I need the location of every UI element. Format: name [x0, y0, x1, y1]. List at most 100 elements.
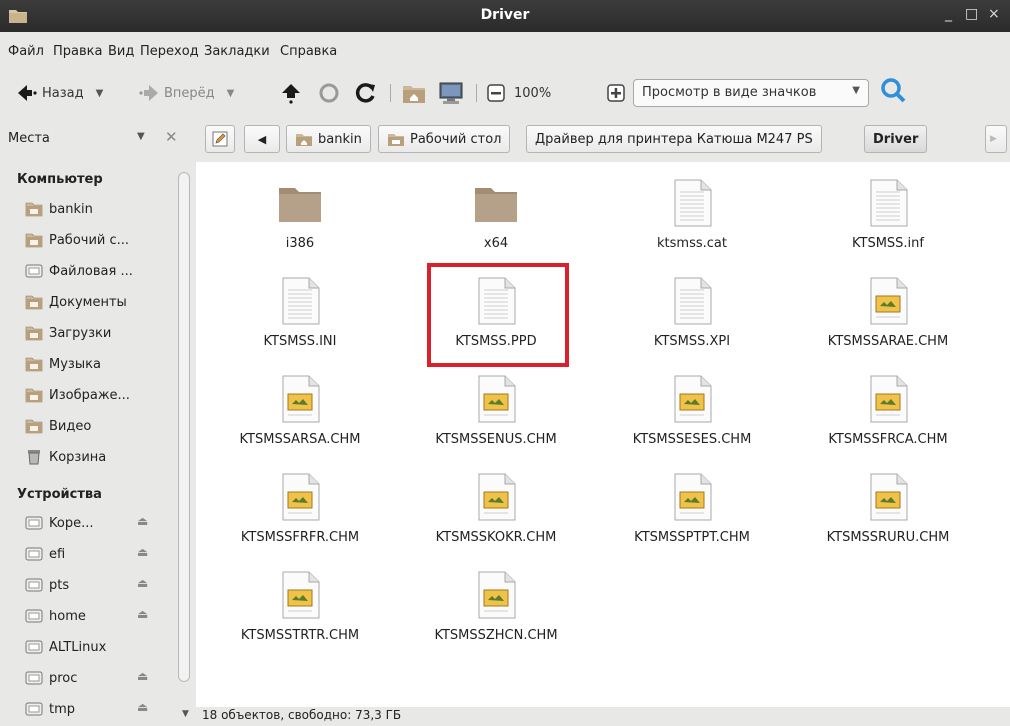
zoom-out-button[interactable]	[487, 80, 505, 106]
sidebar-device-item[interactable]: efi ⏏	[25, 542, 148, 566]
file-item[interactable]: ktsmss.cat	[602, 168, 782, 264]
pictures-folder-icon	[25, 388, 43, 403]
menu-view[interactable]: Вид	[108, 44, 134, 59]
menu-file[interactable]: Файл	[8, 44, 44, 59]
places-dropdown-icon[interactable]: ▼	[137, 131, 145, 142]
computer-button[interactable]	[438, 80, 464, 106]
file-item[interactable]: KTSMSSKOKR.CHM	[406, 462, 586, 558]
menu-go[interactable]: Переход	[140, 44, 199, 59]
file-item[interactable]: KTSMSSTRTR.CHM	[210, 560, 390, 656]
forward-button[interactable]: Вперёд ▼	[138, 80, 234, 106]
stop-button[interactable]	[318, 80, 340, 106]
file-item[interactable]: KTSMSS.INI	[210, 266, 390, 362]
sidebar-item-label: proc	[49, 670, 78, 686]
file-item[interactable]: i386	[210, 168, 390, 264]
close-sidebar-icon[interactable]: ✕	[165, 128, 178, 146]
zoom-in-button[interactable]	[607, 80, 625, 106]
trash-icon	[28, 450, 40, 465]
file-item[interactable]: KTSMSSESES.CHM	[602, 364, 782, 460]
close-button[interactable]: ×	[988, 6, 1000, 22]
eject-icon[interactable]: ⏏	[137, 545, 148, 559]
up-arrow-icon	[282, 84, 300, 104]
eject-icon[interactable]: ⏏	[137, 514, 148, 528]
file-item[interactable]: KTSMSS.XPI	[602, 266, 782, 362]
file-item[interactable]: KTSMSSZHCN.CHM	[406, 560, 586, 656]
text-file-icon	[674, 179, 712, 227]
path-back-button[interactable]: ◀	[244, 125, 280, 153]
eject-icon[interactable]: ⏏	[137, 576, 148, 590]
breadcrumb-driver-folder[interactable]: Драйвер для принтера Катюша M247 PS	[526, 125, 822, 153]
breadcrumb-bankin[interactable]: bankin	[286, 125, 371, 153]
file-view[interactable]: i386 x64 ktsmss.cat KTSMSS.inf KTSMSS.INI KTS…	[196, 162, 1010, 707]
drive-icon	[25, 516, 43, 530]
file-item[interactable]: KTSMSSENUS.CHM	[406, 364, 586, 460]
back-label: Назад	[42, 85, 84, 101]
sidebar-item-label: Музыка	[49, 356, 101, 372]
home-button[interactable]	[402, 80, 426, 106]
view-mode-select[interactable]: Просмотр в виде значков ▼	[633, 79, 869, 107]
sidebar-item[interactable]: Корзина	[25, 445, 106, 469]
file-item[interactable]: KTSMSSPTPT.CHM	[602, 462, 782, 558]
eject-icon[interactable]: ⏏	[137, 607, 148, 621]
home-folder-icon	[25, 202, 43, 217]
file-item[interactable]: KTSMSSFRFR.CHM	[210, 462, 390, 558]
sidebar-scrollbar[interactable]	[178, 172, 190, 682]
toolbar: Назад ▼ Вперёд ▼ 100% Просмотр в виде зн…	[0, 70, 1010, 116]
file-name: KTSMSSENUS.CHM	[435, 432, 557, 447]
sidebar-heading-computer: Компьютер	[17, 172, 103, 187]
sidebar-device-item[interactable]: proc ⏏	[25, 666, 148, 690]
back-button[interactable]: Назад ▼	[16, 80, 103, 106]
menu-edit[interactable]: Правка	[53, 44, 102, 59]
breadcrumb-driver[interactable]: Driver	[864, 125, 928, 153]
eject-icon[interactable]: ⏏	[137, 700, 148, 714]
sidebar-item[interactable]: Файловая ...	[25, 259, 133, 283]
file-name: KTSMSSPTPT.CHM	[634, 530, 750, 545]
file-name: ktsmss.cat	[657, 236, 727, 251]
chevron-left-icon: ◀	[257, 132, 267, 146]
file-name: KTSMSS.XPI	[653, 334, 731, 349]
up-button[interactable]	[280, 80, 302, 106]
forward-dropdown-icon[interactable]: ▼	[227, 88, 235, 99]
minimize-button[interactable]: _	[945, 6, 952, 22]
video-folder-icon	[25, 419, 43, 434]
menu-help[interactable]: Справка	[280, 44, 337, 59]
sidebar-device-item[interactable]: pts ⏏	[25, 573, 148, 597]
help-file-icon	[870, 277, 908, 325]
sidebar-device-item[interactable]: tmp ⏏	[25, 697, 148, 721]
file-item[interactable]: KTSMSS.inf	[798, 168, 978, 264]
edit-path-button[interactable]	[205, 125, 235, 153]
sidebar-item-label: Документы	[49, 294, 127, 310]
file-item[interactable]: KTSMSSFRCA.CHM	[798, 364, 978, 460]
file-item[interactable]: KTSMSSRURU.CHM	[798, 462, 978, 558]
eject-icon[interactable]: ⏏	[137, 669, 148, 683]
sidebar-item[interactable]: Изображе...	[25, 383, 130, 407]
sidebar-item-label: Рабочий с...	[49, 232, 130, 248]
reload-button[interactable]	[355, 80, 377, 106]
sidebar-scroll-down-icon[interactable]: ▼	[182, 709, 189, 719]
sidebar-item[interactable]: Музыка	[25, 352, 101, 376]
sidebar-device-item[interactable]: ALTLinux	[25, 635, 106, 659]
search-button[interactable]	[878, 77, 908, 103]
menu-bookmarks[interactable]: Закладки	[204, 44, 270, 59]
file-item[interactable]: KTSMSSARSA.CHM	[210, 364, 390, 460]
file-name: KTSMSSFRFR.CHM	[240, 530, 360, 545]
sidebar-item-label: ALTLinux	[49, 639, 107, 655]
breadcrumb-desktop[interactable]: Рабочий стол	[378, 125, 511, 153]
back-dropdown-icon[interactable]: ▼	[96, 88, 104, 99]
sidebar-item[interactable]: Видео	[25, 414, 91, 438]
title-bar[interactable]: Driver _ □ ×	[0, 0, 1010, 32]
file-item[interactable]: x64	[406, 168, 586, 264]
sidebar-device-item[interactable]: home ⏏	[25, 604, 148, 628]
sidebar-item-label: bankin	[49, 201, 93, 217]
sidebar-item[interactable]: bankin	[25, 197, 93, 221]
sidebar-item-label: Файловая ...	[49, 263, 133, 279]
sidebar-item[interactable]: Рабочий с...	[25, 228, 129, 252]
zoom-out-icon	[487, 84, 505, 102]
path-forward-button[interactable]: ▶	[985, 125, 1007, 153]
sidebar-item[interactable]: Загрузки	[25, 321, 111, 345]
maximize-button[interactable]: □	[965, 6, 978, 22]
sidebar-item[interactable]: Документы	[25, 290, 127, 314]
sidebar-device-item[interactable]: Kope... ⏏	[25, 511, 148, 535]
file-item[interactable]: KTSMSSARAE.CHM	[798, 266, 978, 362]
help-file-icon	[478, 473, 516, 521]
